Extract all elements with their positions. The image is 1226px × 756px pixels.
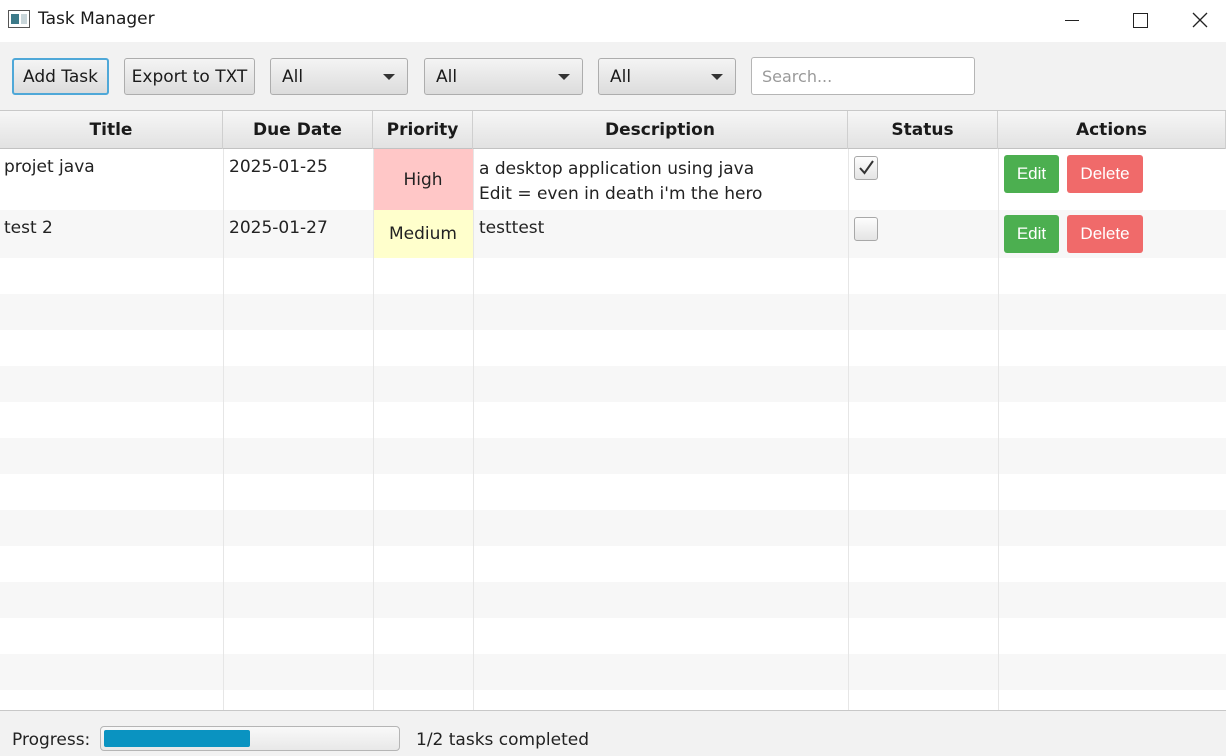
empty-row <box>0 510 1226 546</box>
task-title: projet java <box>4 157 95 177</box>
table-row[interactable]: test 2 2025-01-27 Medium testtest Edit D… <box>0 210 1226 258</box>
empty-row <box>0 402 1226 438</box>
empty-row <box>0 330 1226 366</box>
actions-cell: Edit Delete <box>998 210 1226 258</box>
empty-row <box>0 654 1226 690</box>
header-due-date[interactable]: Due Date <box>223 111 373 149</box>
dropdown-arrow-icon <box>383 74 395 80</box>
filter-dropdown-3[interactable]: All <box>598 58 736 95</box>
task-due-date: 2025-01-25 <box>229 157 328 177</box>
column-divider <box>473 149 474 711</box>
completed-checkbox[interactable] <box>854 217 878 241</box>
description-line: a desktop application using java <box>479 159 755 179</box>
header-priority[interactable]: Priority <box>373 111 473 149</box>
column-divider <box>223 149 224 711</box>
filter-dropdown-2-value: All <box>436 67 458 87</box>
header-actions[interactable]: Actions <box>998 111 1226 149</box>
minimize-icon[interactable] <box>1038 0 1106 40</box>
empty-row <box>0 618 1226 654</box>
table-body: projet java 2025-01-25 High a desktop ap… <box>0 149 1226 711</box>
table-row[interactable]: projet java 2025-01-25 High a desktop ap… <box>0 149 1226 210</box>
column-divider <box>998 149 999 711</box>
progress-label: Progress: <box>12 730 91 750</box>
task-description: testtest <box>479 218 545 238</box>
filter-dropdown-1[interactable]: All <box>270 58 408 95</box>
column-divider <box>373 149 374 711</box>
empty-row <box>0 294 1226 330</box>
title-bar: Task Manager <box>0 0 1226 42</box>
header-description[interactable]: Description <box>473 111 848 149</box>
search-input[interactable] <box>751 57 975 95</box>
filter-dropdown-2[interactable]: All <box>424 58 583 95</box>
priority-badge: Medium <box>373 210 473 258</box>
close-icon[interactable] <box>1174 0 1226 40</box>
empty-row <box>0 438 1226 474</box>
empty-row <box>0 258 1226 294</box>
table-header: Title Due Date Priority Description Stat… <box>0 111 1226 149</box>
column-divider <box>848 149 849 711</box>
progress-fill <box>104 730 250 747</box>
status-cell <box>848 149 998 210</box>
empty-row <box>0 582 1226 618</box>
status-bar: Progress: 1/2 tasks completed <box>0 710 1226 756</box>
completed-checkbox[interactable] <box>854 156 878 180</box>
empty-row <box>0 474 1226 510</box>
priority-badge: High <box>373 149 473 210</box>
actions-cell: Edit Delete <box>998 149 1226 210</box>
task-title: test 2 <box>4 218 53 238</box>
progress-bar <box>100 726 400 751</box>
delete-button[interactable]: Delete <box>1067 215 1143 253</box>
header-status[interactable]: Status <box>848 111 998 149</box>
dropdown-arrow-icon <box>711 74 723 80</box>
empty-row <box>0 546 1226 582</box>
export-txt-button[interactable]: Export to TXT <box>124 58 255 95</box>
toolbar: Add Task Export to TXT All All All <box>0 42 1226 110</box>
edit-button[interactable]: Edit <box>1004 215 1059 253</box>
maximize-icon[interactable] <box>1106 0 1174 40</box>
empty-row <box>0 690 1226 711</box>
task-description: a desktop application using java Edit = … <box>479 157 762 207</box>
add-task-button[interactable]: Add Task <box>12 58 109 95</box>
dropdown-arrow-icon <box>558 74 570 80</box>
delete-button[interactable]: Delete <box>1067 155 1143 193</box>
app-window-icon <box>8 10 30 28</box>
header-title[interactable]: Title <box>0 111 223 149</box>
progress-text: 1/2 tasks completed <box>416 730 590 750</box>
edit-button[interactable]: Edit <box>1004 155 1059 193</box>
task-table: Title Due Date Priority Description Stat… <box>0 110 1226 711</box>
window-title: Task Manager <box>38 9 155 29</box>
status-cell <box>848 210 998 258</box>
description-line: Edit = even in death i'm the hero <box>479 184 763 204</box>
filter-dropdown-3-value: All <box>610 67 632 87</box>
filter-dropdown-1-value: All <box>282 67 304 87</box>
checkmark-icon <box>859 160 874 175</box>
task-due-date: 2025-01-27 <box>229 218 328 238</box>
empty-row <box>0 366 1226 402</box>
